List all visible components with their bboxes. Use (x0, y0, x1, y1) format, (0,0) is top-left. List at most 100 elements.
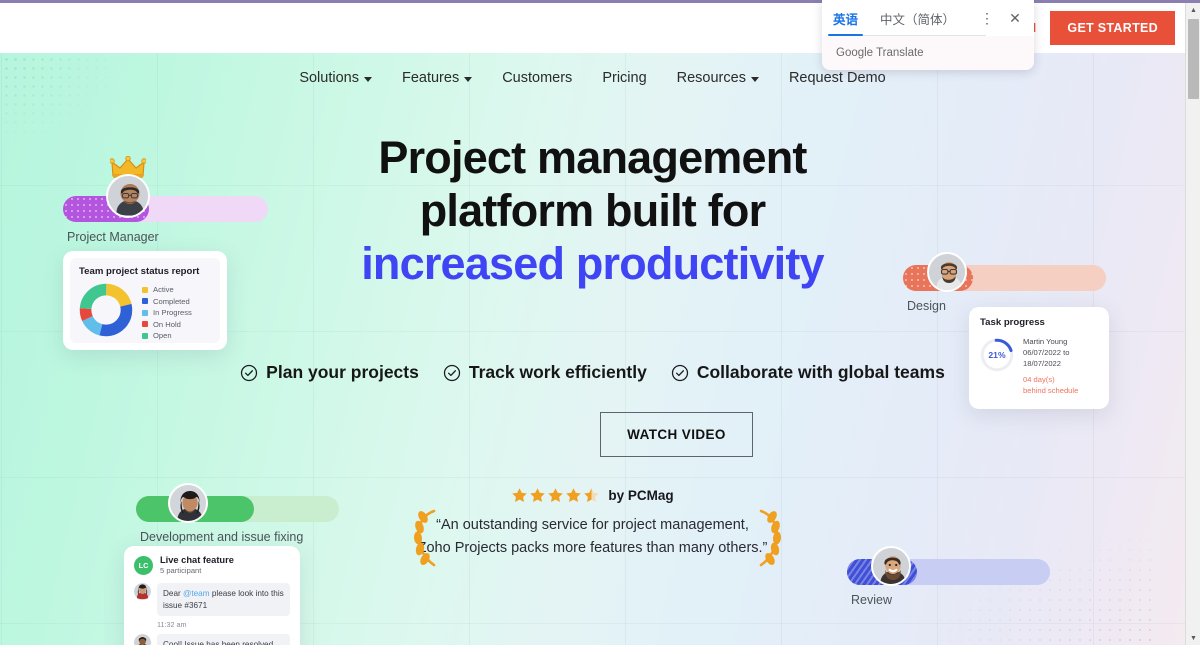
task-progress-ring: 21% (980, 338, 1014, 372)
legend-swatch-on-hold (142, 321, 148, 327)
team-status-report-card: Team project status report Active Comple… (63, 251, 227, 350)
translate-tab-bar: 英语 中文（简体） ⋮ ✕ (822, 0, 1034, 36)
chevron-down-icon (750, 76, 759, 82)
nav-item-resources[interactable]: Resources (662, 70, 774, 86)
nav-item-features[interactable]: Features (387, 70, 487, 86)
task-late-text: behind schedule (1023, 386, 1079, 395)
legend-label-completed: Completed (153, 296, 190, 306)
legend-item-active: Active (142, 285, 192, 294)
check-circle-icon (240, 364, 258, 382)
task-late-days: 04 day(s) (1023, 375, 1055, 384)
translate-actions: ⋮ ✕ (974, 5, 1034, 31)
task-date-to: 18/07/2022 (1023, 359, 1062, 368)
chevron-down-icon (363, 76, 372, 82)
feature-item-collaborate: Collaborate with global teams (671, 362, 945, 383)
laurel-left-icon (412, 507, 438, 574)
star-icon (530, 488, 546, 503)
feature-item-plan: Plan your projects (240, 362, 419, 383)
translate-footer: Google Translate (836, 47, 924, 59)
report-body: Active Completed In Progress On Hold Ope… (79, 283, 211, 342)
timeline-row-development: Development and issue fixing (136, 483, 339, 544)
chevron-down-icon (464, 76, 473, 82)
scrollbar-up-arrow[interactable]: ▲ (1186, 3, 1200, 17)
timeline-caption-review: Review (851, 593, 892, 607)
timeline-bar-development[interactable] (136, 496, 339, 522)
google-translate-popup: 英语 中文（简体） ⋮ ✕ Google Translate (822, 0, 1034, 70)
avatar-chat-user-2 (134, 634, 151, 645)
nav-label-request-demo: Request Demo (788, 70, 886, 86)
rating-source: by PCMag (608, 488, 674, 503)
nav-item-request-demo[interactable]: Request Demo (774, 70, 901, 86)
avatar-project-manager[interactable] (106, 174, 150, 218)
report-card-inner: Team project status report Active Comple… (70, 258, 220, 343)
chat-bubble-1: Dear @team please look into this issue #… (157, 583, 290, 616)
legend-item-in-progress: In Progress (142, 308, 192, 317)
legend-label-in-progress: In Progress (153, 308, 192, 317)
feature-label-collaborate: Collaborate with global teams (696, 362, 945, 382)
watch-video-button[interactable]: WATCH VIDEO (600, 412, 753, 457)
nav-label-features: Features (401, 70, 460, 86)
avatar-design[interactable] (927, 252, 967, 292)
task-progress-body: 21% Martin Young 06/07/2022 to 18/07/202… (980, 336, 1098, 396)
legend-item-completed: Completed (142, 297, 192, 306)
avatar-chat-user-1 (134, 583, 151, 600)
nav-label-solutions: Solutions (299, 70, 359, 86)
page-root: SIGN IN GET STARTED Solutions Features C… (0, 0, 1200, 645)
task-progress-title: Task progress (980, 317, 1045, 328)
star-rating (511, 487, 600, 504)
timeline-row-review: Review (847, 546, 1050, 607)
legend-swatch-in-progress (142, 309, 148, 316)
close-icon[interactable]: ✕ (1002, 5, 1028, 31)
task-progress-percent: 21% (988, 350, 1006, 360)
scrollbar-thumb[interactable] (1188, 19, 1199, 99)
timeline-row-design: Design (903, 252, 1106, 313)
legend-item-open: Open (142, 331, 192, 340)
headline-line-2: platform built for (419, 185, 766, 236)
task-date-from: 06/07/2022 to (1023, 348, 1070, 357)
chat-bubble-2: Cool! Issue has been resolved (157, 634, 290, 645)
feature-item-track: Track work efficiently (443, 362, 647, 383)
donut-segment-open (79, 283, 133, 337)
nav-item-pricing[interactable]: Pricing (587, 70, 661, 86)
status-chart-legend: Active Completed In Progress On Hold Ope… (142, 285, 192, 340)
translate-tab-chinese[interactable]: 中文（简体） (869, 0, 966, 36)
feature-label-plan: Plan your projects (266, 362, 419, 382)
legend-swatch-active (142, 286, 148, 293)
avatar-review[interactable] (871, 546, 911, 586)
chat-participants: 5 participant (160, 566, 202, 575)
timeline-caption-project-manager: Project Manager (67, 230, 159, 244)
check-circle-icon (671, 364, 689, 382)
headline-accent: increased productivity (361, 238, 824, 289)
more-options-icon[interactable]: ⋮ (974, 5, 1000, 31)
page-scrollbar[interactable]: ▲ ▼ (1185, 3, 1200, 645)
nav-item-customers[interactable]: Customers (487, 70, 587, 86)
report-title: Team project status report (79, 266, 200, 277)
status-donut-chart (79, 283, 133, 342)
chat-text-before-1: Dear (163, 589, 184, 598)
chat-message-2: Cool! Issue has been resolved (134, 634, 290, 645)
chat-mention-1[interactable]: @team (183, 589, 210, 598)
avatar-development[interactable] (168, 483, 208, 523)
timeline-caption-development: Development and issue fixing (140, 530, 304, 544)
chat-timestamp-1: 11:32 am (157, 620, 187, 629)
get-started-button[interactable]: GET STARTED (1050, 11, 1175, 45)
legend-label-open: Open (153, 331, 172, 340)
scrollbar-down-arrow[interactable]: ▼ (1186, 631, 1200, 645)
nav-item-solutions[interactable]: Solutions (284, 70, 387, 86)
legend-label-active: Active (153, 285, 174, 294)
legend-label-on-hold: On Hold (153, 319, 181, 329)
check-circle-icon (443, 364, 461, 382)
star-icon (512, 488, 528, 503)
star-icon (548, 488, 564, 503)
star-half-icon (584, 488, 600, 503)
live-chat-card: LC Live chat feature 5 participant Dear … (124, 546, 300, 645)
timeline-bar-project-manager[interactable] (63, 196, 268, 222)
headline-line-1: Project management (378, 132, 807, 183)
translate-tab-english[interactable]: 英语 (822, 0, 869, 36)
nav-label-pricing: Pricing (602, 70, 647, 86)
legend-item-on-hold: On Hold (142, 320, 192, 329)
chat-message-1: Dear @team please look into this issue #… (134, 583, 290, 616)
chat-header-text: Live chat feature 5 participant (160, 555, 234, 575)
chat-header: LC Live chat feature 5 participant (134, 555, 290, 575)
chat-avatar-badge: LC (134, 555, 153, 575)
